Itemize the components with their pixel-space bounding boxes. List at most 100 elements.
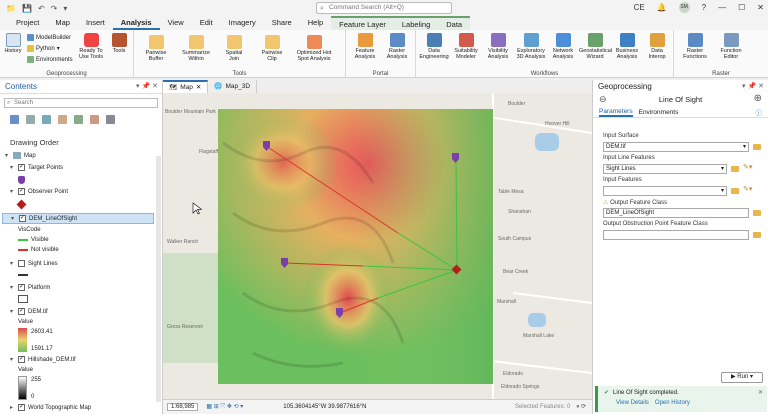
platform-checkbox[interactable]: ✓ (18, 284, 25, 291)
toc-sight-lines[interactable]: ▾ Sight Lines (10, 260, 58, 267)
topographic-checkbox[interactable]: ✓ (18, 404, 25, 411)
chevron-down-icon[interactable]: ▾ (10, 308, 15, 315)
customize-toolbar-icon[interactable]: ▾ (63, 4, 67, 13)
chevron-down-icon[interactable]: ▾ (10, 260, 15, 267)
avatar[interactable]: SM (678, 2, 690, 13)
raster-functions-button[interactable]: Raster Functions (678, 33, 712, 60)
tab-project[interactable]: Project (8, 16, 47, 30)
close-icon[interactable]: ✕ (757, 3, 764, 12)
edit-pencil-icon[interactable]: ✎▾ (743, 163, 752, 171)
tab-feature-layer[interactable]: Feature Layer (331, 16, 394, 30)
ready-to-use-tools-button[interactable]: Ready To Use Tools (76, 33, 106, 60)
function-editor-button[interactable]: Function Editor (714, 33, 748, 60)
selection-icon[interactable] (42, 114, 51, 124)
run-button[interactable]: ▶ Run ▾ (721, 372, 763, 383)
tab-help[interactable]: Help (300, 16, 331, 30)
undo-icon[interactable]: ↶ (38, 4, 45, 13)
editing-icon[interactable] (58, 114, 67, 124)
chevron-right-icon[interactable]: ▸ (10, 404, 15, 411)
dem-lineofsight-checkbox[interactable]: ✓ (19, 215, 26, 222)
tab-analysis[interactable]: Analysis (112, 16, 160, 30)
optimized-hot-spot-button[interactable]: Optimized Hot Spot Analysis (294, 35, 334, 62)
tab-map[interactable]: Map (47, 16, 78, 30)
redo-icon[interactable]: ↷ (51, 4, 58, 13)
raster-analysis-button[interactable]: Raster Analysis (382, 33, 412, 60)
edit-pencil-icon[interactable]: ✎▾ (743, 185, 752, 193)
tab-view[interactable]: View (160, 16, 192, 30)
view-details-link[interactable]: View Details (616, 400, 649, 406)
data-engineering-button[interactable]: Data Engineering (419, 33, 449, 60)
suitability-modeler-button[interactable]: Suitability Modeler (451, 33, 481, 60)
map-svg[interactable]: Boulder Mountain Park Marshall Marshall … (163, 93, 592, 399)
pairwise-clip-button[interactable]: Pairwise Clip (258, 35, 286, 62)
hillshade-checkbox[interactable]: ✓ (18, 356, 25, 363)
sight-lines-checkbox[interactable] (18, 260, 25, 267)
tab-environments[interactable]: Environments (639, 109, 679, 116)
toc-topographic[interactable]: ▸ ✓ World Topographic Map (10, 404, 91, 411)
navigation-tools-icon[interactable]: ▦ ⊞ ⤧ ✥ ⟲ ▾ (206, 403, 243, 411)
chevron-down-icon[interactable]: ▾ (11, 215, 16, 222)
source-icon[interactable] (26, 114, 35, 124)
drawing-order-icon[interactable] (10, 114, 19, 124)
tab-labeling[interactable]: Labeling (393, 16, 439, 30)
tab-map-3d[interactable]: 🌐 Map_3D (208, 80, 258, 93)
contents-search-input[interactable]: ⌕ Search (4, 98, 158, 108)
history-button[interactable]: History (2, 33, 24, 54)
data-interop-button[interactable]: Data Interop (643, 33, 671, 60)
browse-folder-icon[interactable] (753, 210, 761, 216)
visibility-analysis-button[interactable]: Visibility Analysis (483, 33, 513, 60)
pairwise-buffer-button[interactable]: Pairwise Buffer (140, 35, 172, 62)
pane-options-icon[interactable]: ▾ 📌 ✕ (742, 80, 764, 93)
modelbuilder-button[interactable]: ModelBuilder (27, 34, 71, 41)
observer-point-checkbox[interactable]: ✓ (18, 188, 25, 195)
chevron-down-icon[interactable]: ▾ (721, 165, 724, 173)
toc-target-points[interactable]: ▾ ✓ Target Points (10, 164, 63, 171)
summarize-within-button[interactable]: Summarize Within (178, 35, 214, 62)
labeling-icon[interactable] (90, 114, 99, 124)
feature-analysis-button[interactable]: Feature Analysis (350, 33, 380, 60)
tab-parameters[interactable]: Parameters (599, 108, 633, 117)
minimize-icon[interactable]: — (718, 3, 726, 12)
browse-folder-icon[interactable] (731, 188, 739, 194)
contents-scrollbar[interactable] (156, 156, 161, 402)
input-features-field[interactable]: ▾ (603, 186, 727, 196)
chevron-down-icon[interactable]: ▾ (721, 187, 724, 195)
tab-share[interactable]: Share (264, 16, 300, 30)
chevron-down-icon[interactable]: ▾ (10, 164, 15, 171)
geostatistical-wizard-button[interactable]: Geostatistical Wizard (579, 33, 612, 60)
input-surface-field[interactable]: DEM.tif ▾ (603, 142, 749, 152)
browse-folder-icon[interactable] (753, 232, 761, 238)
browse-folder-icon[interactable] (753, 144, 761, 150)
dem-checkbox[interactable]: ✓ (18, 308, 25, 315)
chevron-down-icon[interactable]: ▾ (10, 284, 15, 291)
notification-icon[interactable]: 🔔 (657, 3, 667, 12)
snapping-icon[interactable] (74, 114, 83, 124)
tab-map-view[interactable]: 🗺 Map ✕ (163, 80, 209, 93)
tools-button[interactable]: Tools (108, 33, 130, 54)
help-icon[interactable]: ⓘ (756, 107, 763, 117)
tab-data[interactable]: Data (438, 16, 471, 30)
python-button[interactable]: Python ▾ (27, 45, 60, 52)
toc-platform[interactable]: ▾ ✓ Platform (10, 284, 50, 291)
add-icon[interactable]: ⊕ (754, 93, 762, 104)
scale-selector[interactable]: 1:68,985 (167, 403, 199, 411)
business-analysis-button[interactable]: Business Analysis (613, 33, 641, 60)
toc-dem[interactable]: ▾ ✓ DEM.tif (10, 308, 48, 315)
close-icon[interactable]: ✕ (758, 389, 763, 396)
chevron-down-icon[interactable]: ▾ (10, 188, 15, 195)
tab-edit[interactable]: Edit (192, 16, 221, 30)
obstruction-field[interactable] (603, 230, 749, 240)
maximize-icon[interactable]: ☐ (738, 3, 745, 12)
charts-icon[interactable] (106, 114, 115, 124)
open-project-icon[interactable]: 📁 (6, 4, 16, 13)
toc-observer-point[interactable]: ▾ ✓ Observer Point (10, 188, 68, 195)
tab-insert[interactable]: Insert (78, 16, 113, 30)
toc-map[interactable]: ▾ Map (5, 152, 36, 159)
refresh-icon[interactable]: ⏸ ⟳ (576, 403, 586, 411)
toc-hillshade[interactable]: ▾ ✓ Hillshade_DEM.tif (10, 356, 76, 363)
chevron-down-icon[interactable]: ▾ (743, 143, 746, 151)
target-points-checkbox[interactable]: ✓ (18, 164, 25, 171)
toc-dem-lineofsight[interactable]: ▾ ✓ DEM_LineOfSight (2, 213, 154, 224)
tab-imagery[interactable]: Imagery (221, 16, 264, 30)
chevron-down-icon[interactable]: ▾ (10, 356, 15, 363)
